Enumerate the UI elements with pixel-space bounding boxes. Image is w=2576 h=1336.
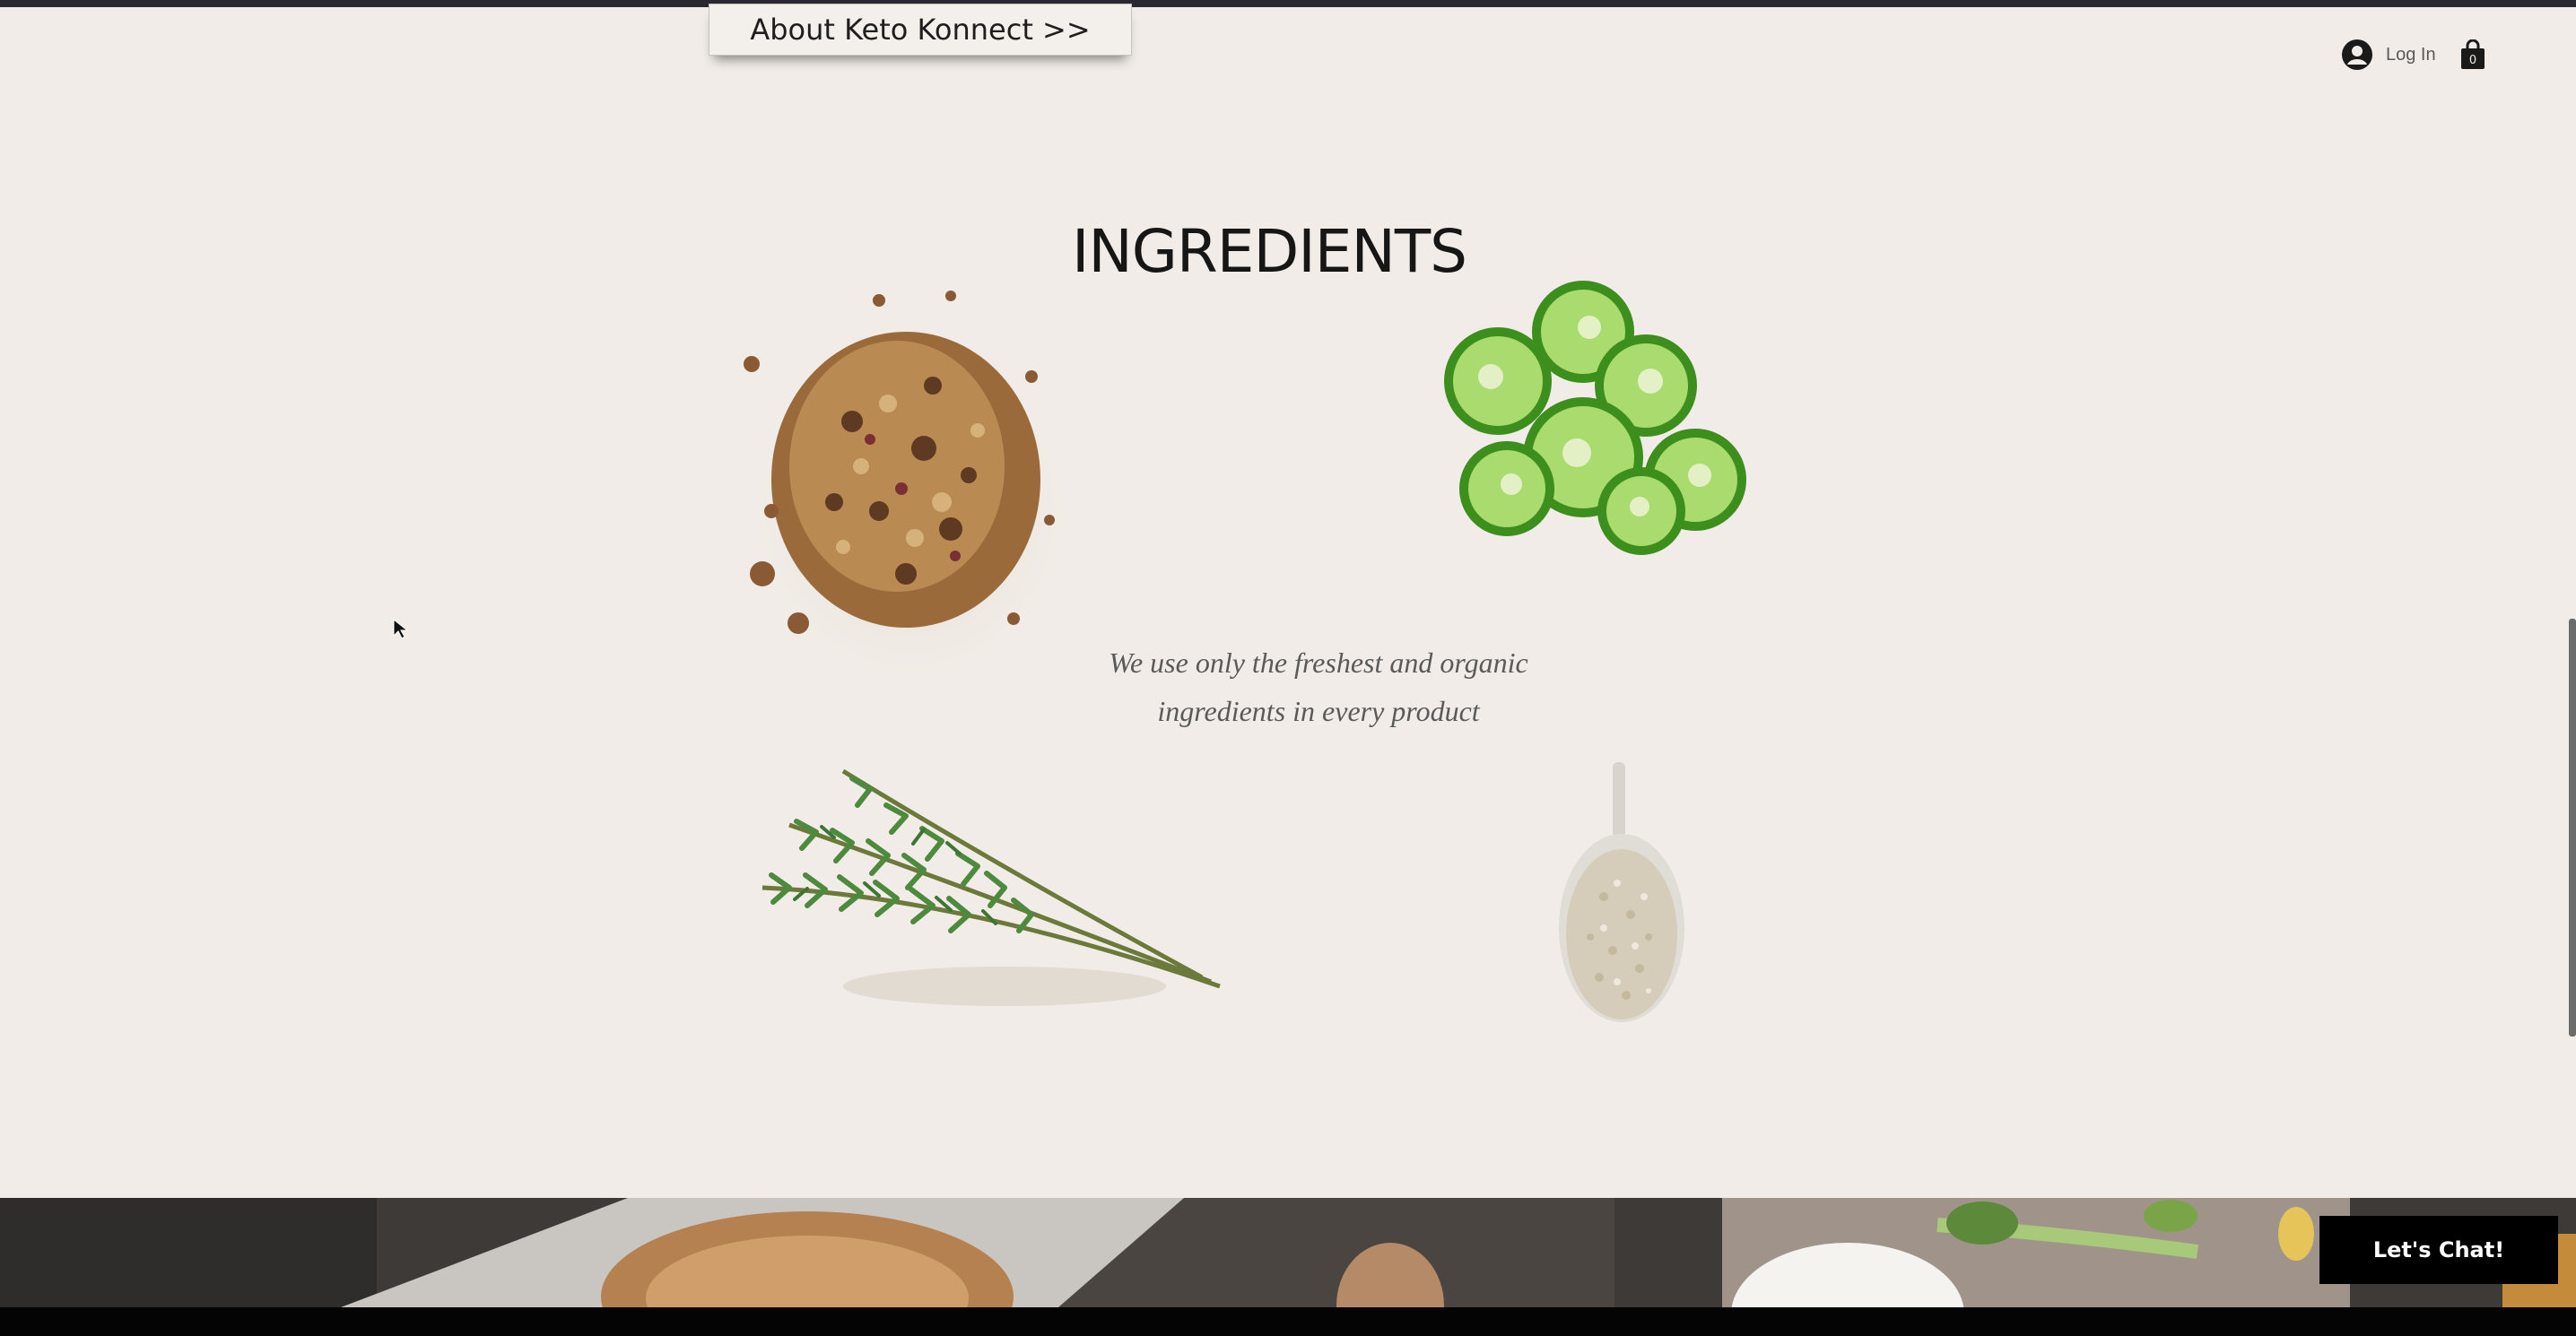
granola-image [744,291,1076,672]
bottom-letterbox [0,1307,2576,1336]
cart-count: 0 [2469,54,2476,67]
ingredients-tagline: We use only the freshest and organic ing… [1040,638,1597,735]
jalapeno-image [1444,281,1746,555]
user-avatar-icon [2342,39,2372,70]
food-banner-image [0,1198,2576,1307]
browser-top-edge [0,0,2576,7]
scrollbar-thumb[interactable] [2569,619,2576,1037]
about-keto-konnect-button[interactable]: About Keto Konnect >> [709,4,1132,56]
page: About Keto Konnect >> Log In 0 INGREDIEN… [0,0,2576,1336]
cart-button[interactable]: 0 [2459,39,2486,70]
tagline-line-1: We use only the freshest and organic [1109,646,1528,679]
lets-chat-button[interactable]: Let's Chat! [2319,1216,2558,1284]
section-title: INGREDIENTS [1071,217,1467,286]
login-label: Log In [2386,44,2436,65]
rosemary-image [761,768,1221,1006]
login-button[interactable]: Log In [2341,38,2436,72]
mouse-cursor-icon [393,619,409,639]
tagline-line-2: ingredients in every product [1157,695,1480,727]
shopping-bag-icon: 0 [2461,39,2485,69]
spoon-of-seeds-image [1559,762,1684,1022]
